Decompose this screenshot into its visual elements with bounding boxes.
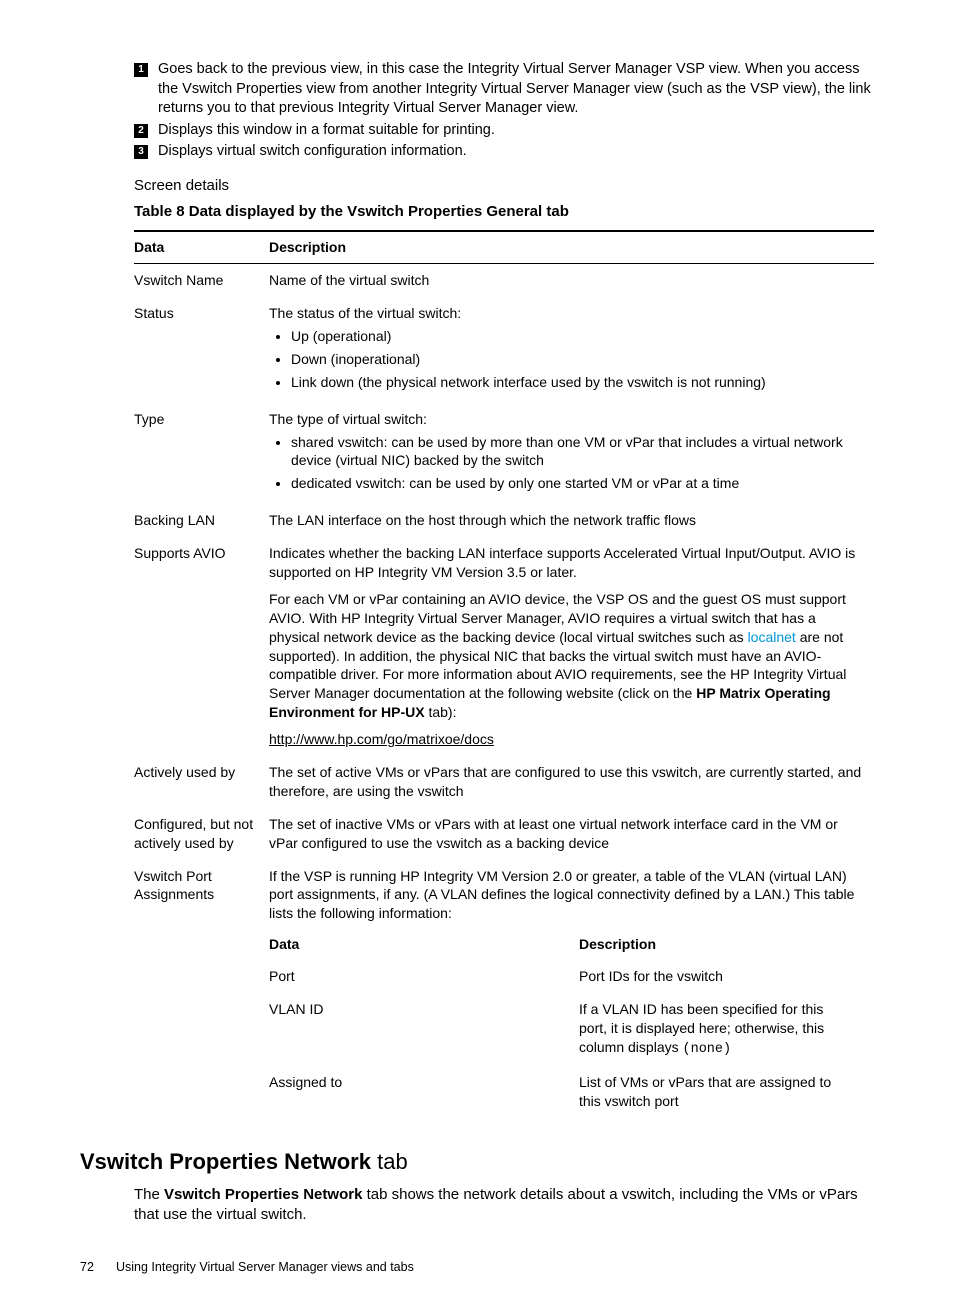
cell-desc: List of VMs or vPars that are assigned t… — [579, 1066, 864, 1118]
cell-desc: If a VLAN ID has been specified for this… — [579, 993, 864, 1066]
type-intro: The type of virtual switch: — [269, 410, 864, 429]
inner-th-data: Data — [269, 929, 579, 960]
table-row: Actively used by The set of active VMs o… — [134, 756, 874, 808]
avio-p1: Indicates whether the backing LAN interf… — [269, 544, 864, 582]
cell-desc: The set of inactive VMs or vPars with at… — [269, 808, 874, 860]
avio-p2: For each VM or vPar containing an AVIO d… — [269, 590, 864, 722]
cell-desc: The status of the virtual switch: Up (op… — [269, 297, 874, 403]
cell-desc: The type of virtual switch: shared vswit… — [269, 403, 874, 505]
bold-text: Vswitch Properties Network — [164, 1186, 362, 1203]
list-item: Link down (the physical network interfac… — [291, 373, 864, 392]
th-data: Data — [134, 231, 269, 263]
section-body: The Vswitch Properties Network tab shows… — [134, 1185, 874, 1226]
status-list: Up (operational) Down (inoperational) Li… — [269, 327, 864, 392]
cell-desc: Name of the virtual switch — [269, 264, 874, 297]
cell-data: Actively used by — [134, 756, 269, 808]
text: The — [134, 1186, 164, 1203]
docs-link[interactable]: http://www.hp.com/go/matrixoe/docs — [269, 731, 494, 747]
inner-th-desc: Description — [579, 929, 864, 960]
cell-desc: If the VSP is running HP Integrity VM Ve… — [269, 860, 874, 1125]
heading-bold: Vswitch Properties Network — [80, 1149, 371, 1174]
footer-text: Using Integrity Virtual Server Manager v… — [116, 1260, 414, 1274]
cell-data: Status — [134, 297, 269, 403]
callout-badge-2: 2 — [134, 124, 148, 138]
cell-data: Backing LAN — [134, 504, 269, 537]
avio-url: http://www.hp.com/go/matrixoe/docs — [269, 730, 864, 749]
cell-data: Supports AVIO — [134, 537, 269, 756]
list-item: shared vswitch: can be used by more than… — [291, 433, 864, 471]
table-row: Supports AVIO Indicates whether the back… — [134, 537, 874, 756]
table-row: Vswitch Port Assignments If the VSP is r… — [134, 860, 874, 1125]
list-item: dedicated vswitch: can be used by only o… — [291, 474, 864, 493]
table-row: Configured, but not actively used by The… — [134, 808, 874, 860]
th-description: Description — [269, 231, 874, 263]
callout-text: Displays this window in a format suitabl… — [158, 121, 874, 141]
cell-desc: The LAN interface on the host through wh… — [269, 504, 874, 537]
callout-badge-1: 1 — [134, 63, 148, 77]
localnet-link[interactable]: localnet — [748, 629, 796, 645]
cell-data: VLAN ID — [269, 993, 579, 1066]
callout-item: 2 Displays this window in a format suita… — [134, 121, 874, 141]
table-row: Status The status of the virtual switch:… — [134, 297, 874, 403]
status-intro: The status of the virtual switch: — [269, 304, 864, 323]
cell-data: Assigned to — [269, 1066, 579, 1118]
type-list: shared vswitch: can be used by more than… — [269, 433, 864, 494]
inner-table: Data Description Port Port IDs for the v… — [269, 929, 864, 1118]
cell-desc: Port IDs for the vswitch — [579, 960, 864, 993]
cell-data: Vswitch Port Assignments — [134, 860, 269, 1125]
screen-details-heading: Screen details — [134, 176, 874, 196]
page-number: 72 — [80, 1259, 116, 1276]
table-row: Port Port IDs for the vswitch — [269, 960, 864, 993]
callout-list: 1 Goes back to the previous view, in thi… — [134, 60, 874, 162]
table-row: Assigned to List of VMs or vPars that ar… — [269, 1066, 864, 1118]
cell-data: Vswitch Name — [134, 264, 269, 297]
list-item: Up (operational) — [291, 327, 864, 346]
callout-item: 1 Goes back to the previous view, in thi… — [134, 60, 874, 119]
heading-rest: tab — [371, 1149, 408, 1174]
cell-data: Port — [269, 960, 579, 993]
cell-desc: Indicates whether the backing LAN interf… — [269, 537, 874, 756]
page-footer: 72Using Integrity Virtual Server Manager… — [80, 1259, 874, 1276]
text: tab): — [425, 704, 457, 720]
table-row: VLAN ID If a VLAN ID has been specified … — [269, 993, 864, 1066]
table-row: Vswitch Name Name of the virtual switch — [134, 264, 874, 297]
cell-data: Type — [134, 403, 269, 505]
table-caption: Table 8 Data displayed by the Vswitch Pr… — [134, 202, 874, 222]
callout-item: 3 Displays virtual switch configuration … — [134, 142, 874, 162]
list-item: Down (inoperational) — [291, 350, 864, 369]
mono-text: (none) — [683, 1042, 732, 1057]
table-row: Backing LAN The LAN interface on the hos… — [134, 504, 874, 537]
port-intro: If the VSP is running HP Integrity VM Ve… — [269, 867, 864, 924]
callout-badge-3: 3 — [134, 145, 148, 159]
cell-desc: The set of active VMs or vPars that are … — [269, 756, 874, 808]
section-heading: Vswitch Properties Network tab — [80, 1147, 874, 1177]
properties-table: Data Description Vswitch Name Name of th… — [134, 230, 874, 1125]
table-row: Type The type of virtual switch: shared … — [134, 403, 874, 505]
callout-text: Displays virtual switch configuration in… — [158, 142, 874, 162]
cell-data: Configured, but not actively used by — [134, 808, 269, 860]
callout-text: Goes back to the previous view, in this … — [158, 60, 874, 119]
